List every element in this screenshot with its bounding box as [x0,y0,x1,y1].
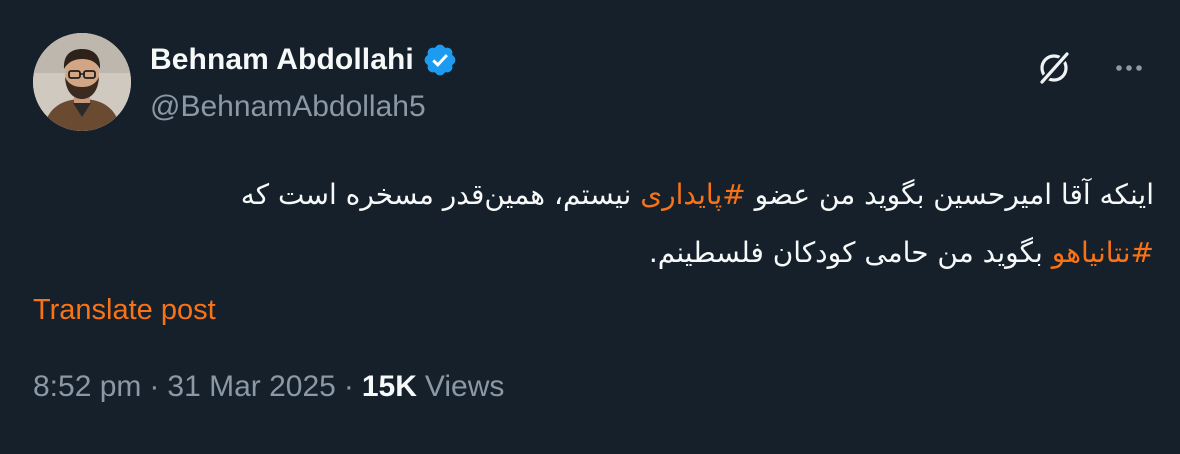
translate-post-link[interactable]: Translate post [33,294,216,327]
hashtag-link[interactable]: #نتانیاهو [1052,236,1154,269]
tweet-text: اینکه آقا امیرحسین بگوید من عضو #پایداری… [33,166,1154,282]
verified-badge-icon[interactable] [422,42,458,78]
author-handle[interactable]: @BehnamAbdollah5 [150,90,426,124]
more-button[interactable] [1105,44,1153,92]
tweet-text-segment: اینکه آقا امیرحسین بگوید من عضو [745,178,1154,211]
grok-icon [1039,51,1070,85]
views-count[interactable]: 15K [362,370,417,404]
views-label[interactable]: Views [425,370,504,404]
meta-separator: · [343,370,354,403]
tweet-text-segment: نیستم، همین‌قدر مسخره است که [240,178,641,211]
tweet-date[interactable]: 31 Mar 2025 [167,370,335,404]
tweet-time[interactable]: 8:52 pm [33,370,141,404]
avatar[interactable] [33,33,131,131]
author-display-name[interactable]: Behnam Abdollahi [150,43,414,77]
tweet-meta: 8:52 pm · 31 Mar 2025 · 15K Views [33,370,504,404]
author-name-row[interactable]: Behnam Abdollahi [150,40,458,80]
grok-button[interactable] [1030,44,1078,92]
more-horizontal-icon [1116,65,1142,71]
tweet-text-segment: بگوید من حامی کودکان فلسطینم. [648,236,1052,269]
meta-separator: · [149,370,160,403]
user-avatar-photo [33,33,131,131]
hashtag-link[interactable]: #پایداری [640,178,746,211]
